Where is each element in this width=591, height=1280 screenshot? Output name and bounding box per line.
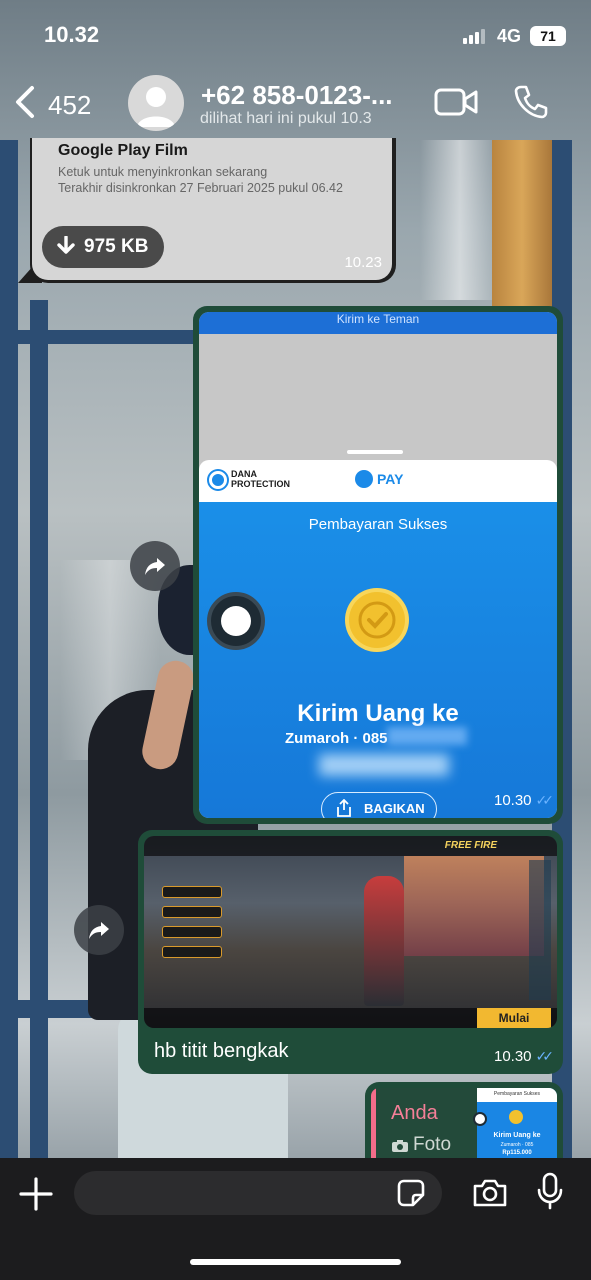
download-button[interactable]: 975 KB	[42, 226, 164, 268]
screenshot-grey-area	[199, 334, 557, 462]
dana-logo-icon	[209, 471, 227, 489]
pay-label: PAY	[377, 471, 404, 487]
screenshot-header: DANA PROTECTION PAY	[199, 460, 557, 502]
message-caption: hb titit bengkak	[154, 1040, 289, 1062]
forward-button[interactable]	[130, 541, 180, 591]
download-size: 975 KB	[84, 236, 149, 257]
share-button: BAGIKAN	[321, 792, 437, 818]
pay-logo-icon	[355, 470, 373, 488]
forward-icon	[89, 922, 109, 939]
battery-icon: 71	[530, 26, 566, 46]
read-ticks-icon: ✓✓	[535, 792, 555, 808]
status-time: 10.32	[44, 22, 100, 47]
contact-name[interactable]: +62 858-0123-...	[201, 80, 411, 111]
message-time: 10.30 ✓✓	[493, 792, 555, 809]
read-ticks-icon: ✓✓	[535, 1048, 555, 1064]
camera-icon	[392, 1140, 408, 1152]
forward-button[interactable]	[74, 905, 124, 955]
message-time: 10.23	[344, 254, 382, 271]
message-input-bar	[0, 1158, 591, 1280]
back-chevron-icon[interactable]	[12, 84, 38, 120]
quote-author: Anda	[391, 1102, 438, 1124]
network-type: 4G	[497, 26, 522, 46]
thumb-title: Pembayaran Sukses	[493, 1091, 541, 1097]
message-time: 10.30 ✓✓	[493, 1048, 555, 1065]
share-icon	[337, 799, 351, 817]
game-side-panel	[529, 860, 551, 1000]
sticker-icon[interactable]	[396, 1178, 426, 1208]
payment-screenshot[interactable]: Kirim ke Teman DANA PROTECTION PAY Pemba…	[199, 312, 557, 818]
incoming-file-message[interactable]: Google Play Film Ketuk untuk menyinkronk…	[30, 138, 396, 283]
game-screenshot[interactable]: FREE FIRE Mulai	[144, 836, 557, 1028]
view-once-icon[interactable]	[207, 592, 265, 650]
mic-icon[interactable]	[537, 1172, 563, 1210]
thumb-view-once-icon	[473, 1112, 487, 1126]
screenshot-topbar: Kirim ke Teman	[199, 312, 557, 334]
phone-icon[interactable]	[513, 84, 549, 120]
payment-status: Pembayaran Sukses	[308, 516, 448, 533]
file-title: Google Play Film	[58, 142, 188, 159]
dana-protection-label: DANA PROTECTION	[231, 469, 291, 489]
file-subtitle: Ketuk untuk menyinkronkan sekarang Terak…	[58, 164, 358, 196]
time-text: 10.30	[493, 1048, 532, 1065]
transfer-heading: Kirim Uang ke	[297, 700, 459, 727]
game-start-button: Mulai	[477, 1008, 551, 1028]
avatar-icon[interactable]	[128, 75, 184, 131]
last-seen: dilihat hari ini pukul 10.3	[200, 110, 372, 127]
unread-count[interactable]: 452	[48, 90, 91, 121]
download-icon	[57, 236, 75, 254]
time-text: 10.30	[493, 792, 532, 809]
redacted-amount	[319, 754, 449, 776]
sheet-handle	[347, 450, 403, 454]
file-card[interactable]: Google Play Film Ketuk untuk menyinkronk…	[32, 138, 392, 280]
outgoing-image-message[interactable]: FREE FIRE Mulai hb titit bengkak 10.30 ✓✓	[138, 830, 563, 1074]
message-input[interactable]	[74, 1171, 442, 1215]
forward-icon	[145, 558, 165, 575]
camera-icon[interactable]	[472, 1178, 508, 1208]
thumb-coin-icon	[509, 1110, 523, 1124]
outgoing-image-message[interactable]: Kirim ke Teman DANA PROTECTION PAY Pemba…	[193, 306, 563, 824]
status-bar: 10.32 4G 71	[0, 0, 591, 70]
recipient-label: Zumaroh · 085	[285, 730, 388, 747]
payment-panel: Pembayaran Sukses Kirim Uang ke Zumaroh …	[199, 502, 557, 818]
chat-header: 452 +62 858-0123-... dilihat hari ini pu…	[0, 70, 591, 140]
thumb-heading: Kirim Uang ke	[493, 1132, 541, 1139]
file-subtitle-line: Terakhir disinkronkan 27 Februari 2025 p…	[58, 181, 343, 195]
thumb-amount: Rp115.000	[502, 1150, 532, 1156]
home-indicator	[190, 1259, 401, 1265]
thumb-recipient: Zumaroh · 085	[500, 1142, 534, 1148]
redacted-phone	[387, 727, 467, 745]
share-label: BAGIKAN	[364, 801, 425, 816]
plus-icon[interactable]	[18, 1176, 54, 1212]
game-logo: FREE FIRE	[444, 840, 497, 851]
success-coin-icon	[349, 592, 405, 648]
quote-type: Foto	[413, 1134, 452, 1155]
game-character	[364, 876, 404, 1006]
file-subtitle-line: Ketuk untuk menyinkronkan sekarang	[58, 165, 268, 179]
video-call-icon[interactable]	[434, 87, 478, 117]
